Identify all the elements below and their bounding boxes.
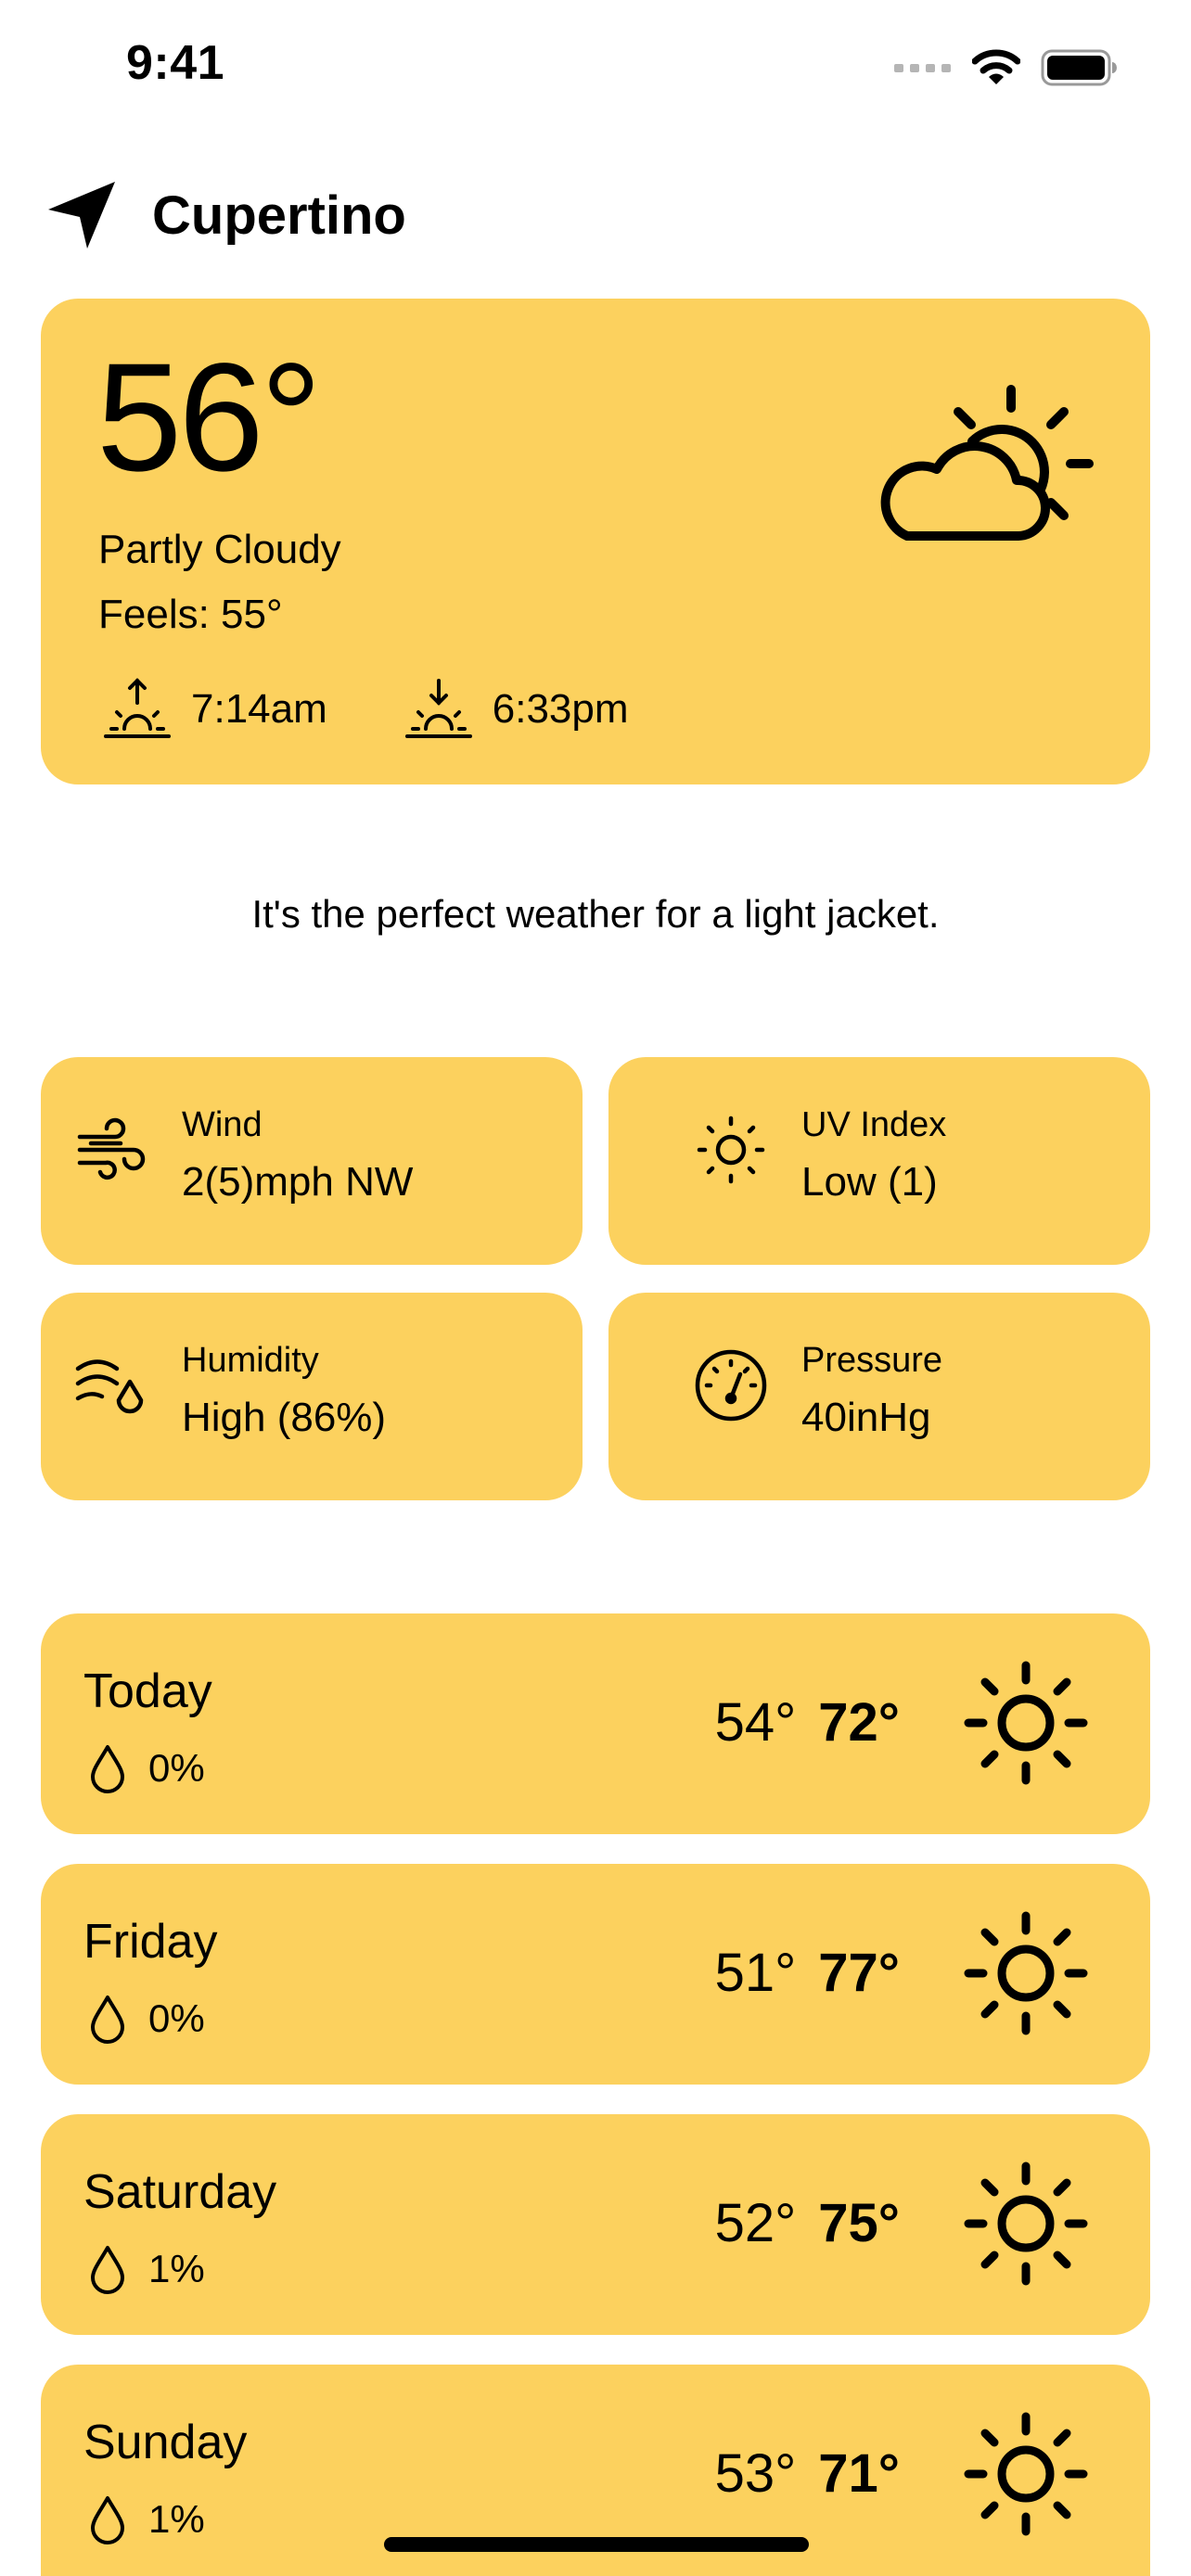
current-condition: Partly Cloudy <box>98 527 341 572</box>
uv-index-tile[interactable]: UV Index Low (1) <box>608 1057 1150 1265</box>
sun-icon <box>964 1911 1088 2035</box>
high-temp: 77° <box>818 1943 900 2003</box>
sun-icon <box>964 1661 1088 1785</box>
header: Cupertino <box>45 176 406 254</box>
low-temp: 54° <box>714 1692 797 1753</box>
sunset-icon <box>404 679 472 738</box>
sun-icon <box>964 2412 1088 2536</box>
precipitation: 1% <box>89 2494 205 2544</box>
feels-like: Feels: 55° <box>98 592 283 637</box>
forecast-day: Sunday <box>83 2416 248 2469</box>
temperature-range: 51° 77° <box>715 1942 900 2004</box>
humidity-label: Humidity <box>182 1341 319 1380</box>
weather-screen: 9:41 Cupertino 56° Partly Cloudy Feels: … <box>0 0 1191 2576</box>
uv-index-value: Low (1) <box>801 1159 938 1205</box>
battery-icon <box>1041 49 1117 86</box>
sunrise: 7:14am <box>102 677 327 742</box>
pressure-label: Pressure <box>801 1341 943 1380</box>
high-temp: 75° <box>818 2193 900 2253</box>
humidity-icon <box>75 1359 144 1414</box>
location-arrow-icon[interactable] <box>45 178 119 252</box>
precipitation: 1% <box>89 2244 205 2294</box>
status-bar: 9:41 <box>0 0 1191 139</box>
sun-small-icon <box>697 1116 765 1184</box>
wifi-icon <box>972 49 1020 84</box>
humidity-value: High (86%) <box>182 1395 387 1440</box>
wind-icon <box>77 1117 146 1180</box>
low-temp: 52° <box>714 2193 797 2253</box>
status-icons <box>894 46 1117 89</box>
precipitation: 0% <box>89 1743 205 1793</box>
pressure-tile[interactable]: Pressure 40inHg <box>608 1293 1150 1500</box>
raindrop-icon <box>91 1745 124 1793</box>
precipitation-chance: 0% <box>148 1996 205 2040</box>
weather-tip: It's the perfect weather for a light jac… <box>251 892 940 936</box>
wind-tile[interactable]: Wind 2(5)mph NW <box>41 1057 583 1265</box>
temperature-range: 52° 75° <box>715 2192 900 2254</box>
sunrise-time: 7:14am <box>191 686 327 732</box>
sun-icon <box>964 2162 1088 2286</box>
temperature-range: 53° 71° <box>715 2442 900 2505</box>
partly-cloudy-icon <box>880 385 1094 541</box>
forecast-day: Today <box>83 1664 212 1718</box>
temperature-range: 54° 72° <box>715 1691 900 1753</box>
current-conditions-card: 56° Partly Cloudy Feels: 55° 7:14am 6:33… <box>41 299 1150 784</box>
cellular-signal-icon <box>894 64 951 72</box>
raindrop-icon <box>91 2246 124 2294</box>
uv-index-label: UV Index <box>801 1105 947 1144</box>
raindrop-icon <box>91 1996 124 2044</box>
wind-value: 2(5)mph NW <box>182 1159 414 1205</box>
forecast-day: Saturday <box>83 2165 277 2219</box>
precipitation-chance: 1% <box>148 2497 205 2541</box>
home-indicator[interactable] <box>384 2537 809 2552</box>
pressure-value: 40inHg <box>801 1395 931 1440</box>
humidity-tile[interactable]: Humidity High (86%) <box>41 1293 583 1500</box>
forecast-row-today[interactable]: Today 0% 54° 72° <box>41 1613 1150 1834</box>
precipitation-chance: 0% <box>148 1746 205 1790</box>
low-temp: 51° <box>714 1943 797 2003</box>
sunrise-icon <box>104 678 171 738</box>
status-time: 9:41 <box>126 36 225 90</box>
gauge-icon <box>695 1349 767 1422</box>
raindrop-icon <box>91 2496 124 2544</box>
precipitation-chance: 1% <box>148 2247 205 2290</box>
sunset-time: 6:33pm <box>492 686 629 732</box>
sunset: 6:33pm <box>403 677 629 742</box>
city-name[interactable]: Cupertino <box>152 185 406 247</box>
precipitation: 0% <box>89 1994 205 2044</box>
wind-label: Wind <box>182 1105 263 1144</box>
high-temp: 72° <box>818 1692 900 1753</box>
sun-times: 7:14am 6:33pm <box>102 677 705 742</box>
forecast-row-friday[interactable]: Friday 0% 51° 77° <box>41 1864 1150 2085</box>
low-temp: 53° <box>714 2443 797 2504</box>
current-temperature: 56° <box>96 332 322 504</box>
forecast-day: Friday <box>83 1915 218 1969</box>
forecast-row-saturday[interactable]: Saturday 1% 52° 75° <box>41 2114 1150 2335</box>
high-temp: 71° <box>818 2443 900 2504</box>
